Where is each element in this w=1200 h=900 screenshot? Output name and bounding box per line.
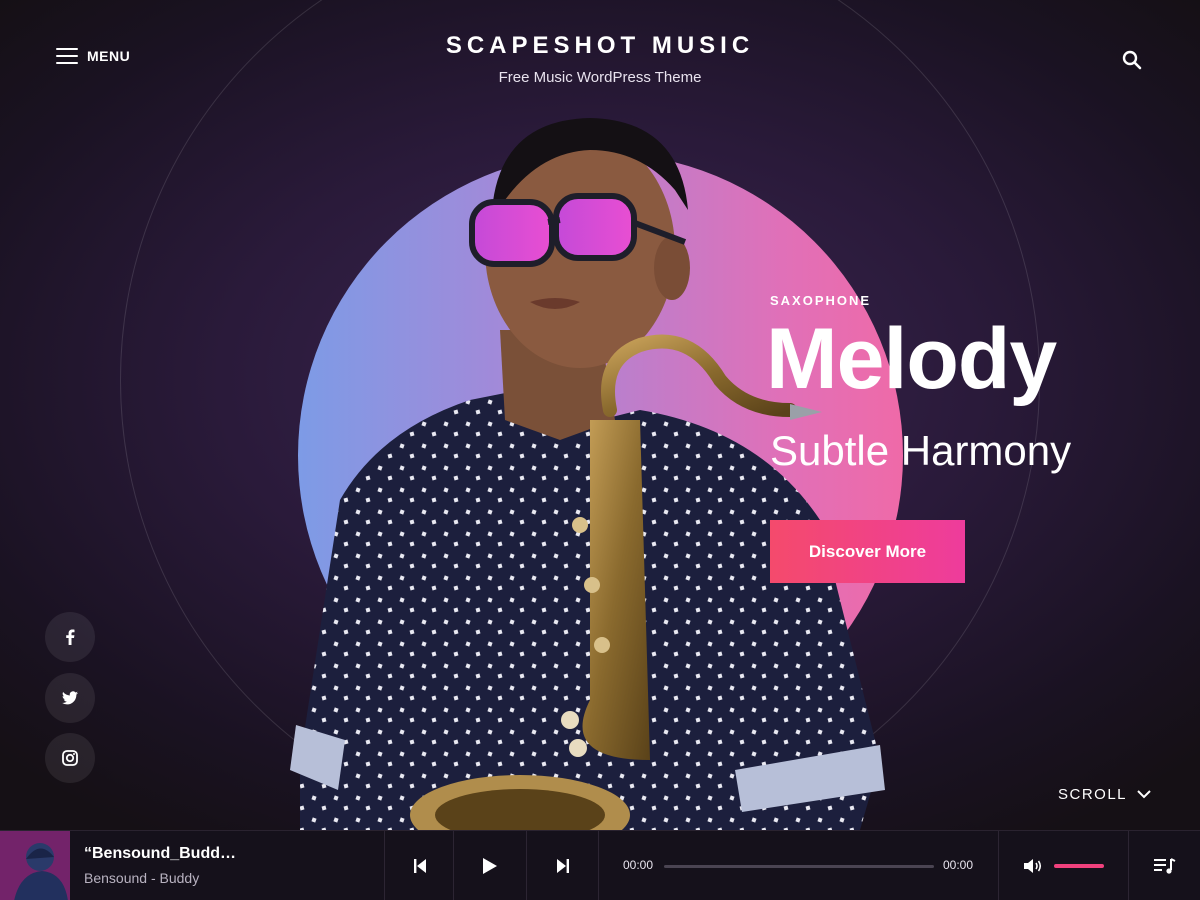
volume-slider[interactable] bbox=[1054, 864, 1104, 868]
scroll-down-link[interactable]: SCROLL bbox=[1058, 786, 1151, 803]
playlist-button[interactable] bbox=[1153, 854, 1177, 878]
social-instagram-link[interactable] bbox=[45, 733, 95, 783]
site-tagline: Free Music WordPress Theme bbox=[498, 69, 702, 86]
audio-player-bar: “Bensound_Budd… Bensound - Buddy 00:00 0… bbox=[0, 830, 1200, 900]
player-divider bbox=[598, 831, 599, 900]
volume-icon bbox=[1024, 859, 1042, 873]
volume-level bbox=[1054, 864, 1104, 868]
progress-bar[interactable] bbox=[664, 865, 934, 868]
current-time: 00:00 bbox=[623, 858, 654, 872]
track-artwork bbox=[0, 831, 70, 900]
chevron-down-icon bbox=[1137, 790, 1151, 799]
search-icon[interactable] bbox=[1122, 50, 1142, 70]
player-divider bbox=[1128, 831, 1129, 900]
next-track-button[interactable] bbox=[551, 854, 575, 878]
social-twitter-link[interactable] bbox=[45, 673, 95, 723]
player-divider bbox=[998, 831, 999, 900]
scroll-label: SCROLL bbox=[1058, 786, 1128, 803]
discover-more-button[interactable]: Discover More bbox=[770, 520, 965, 583]
hero-subtitle: SAXOPHONE bbox=[770, 293, 872, 308]
mute-button[interactable] bbox=[1022, 854, 1046, 878]
hero-title: Melody bbox=[766, 311, 1057, 407]
track-artist: Bensound - Buddy bbox=[84, 870, 200, 886]
facebook-icon bbox=[66, 629, 75, 645]
previous-track-button[interactable] bbox=[408, 854, 432, 878]
playlist-icon bbox=[1154, 858, 1176, 874]
social-facebook-link[interactable] bbox=[45, 612, 95, 662]
player-divider bbox=[453, 831, 454, 900]
site-title[interactable]: SCAPESHOT MUSIC bbox=[0, 32, 1200, 60]
twitter-icon bbox=[62, 691, 78, 705]
player-divider bbox=[384, 831, 385, 900]
skip-back-icon bbox=[414, 859, 426, 873]
hero-tagline: Subtle Harmony bbox=[770, 427, 1072, 474]
track-title: “Bensound_Budd… bbox=[84, 845, 236, 862]
play-button[interactable] bbox=[478, 854, 502, 878]
total-time: 00:00 bbox=[943, 858, 974, 872]
skip-forward-icon bbox=[557, 859, 569, 873]
instagram-icon bbox=[62, 750, 78, 766]
player-divider bbox=[526, 831, 527, 900]
play-icon bbox=[483, 858, 497, 874]
